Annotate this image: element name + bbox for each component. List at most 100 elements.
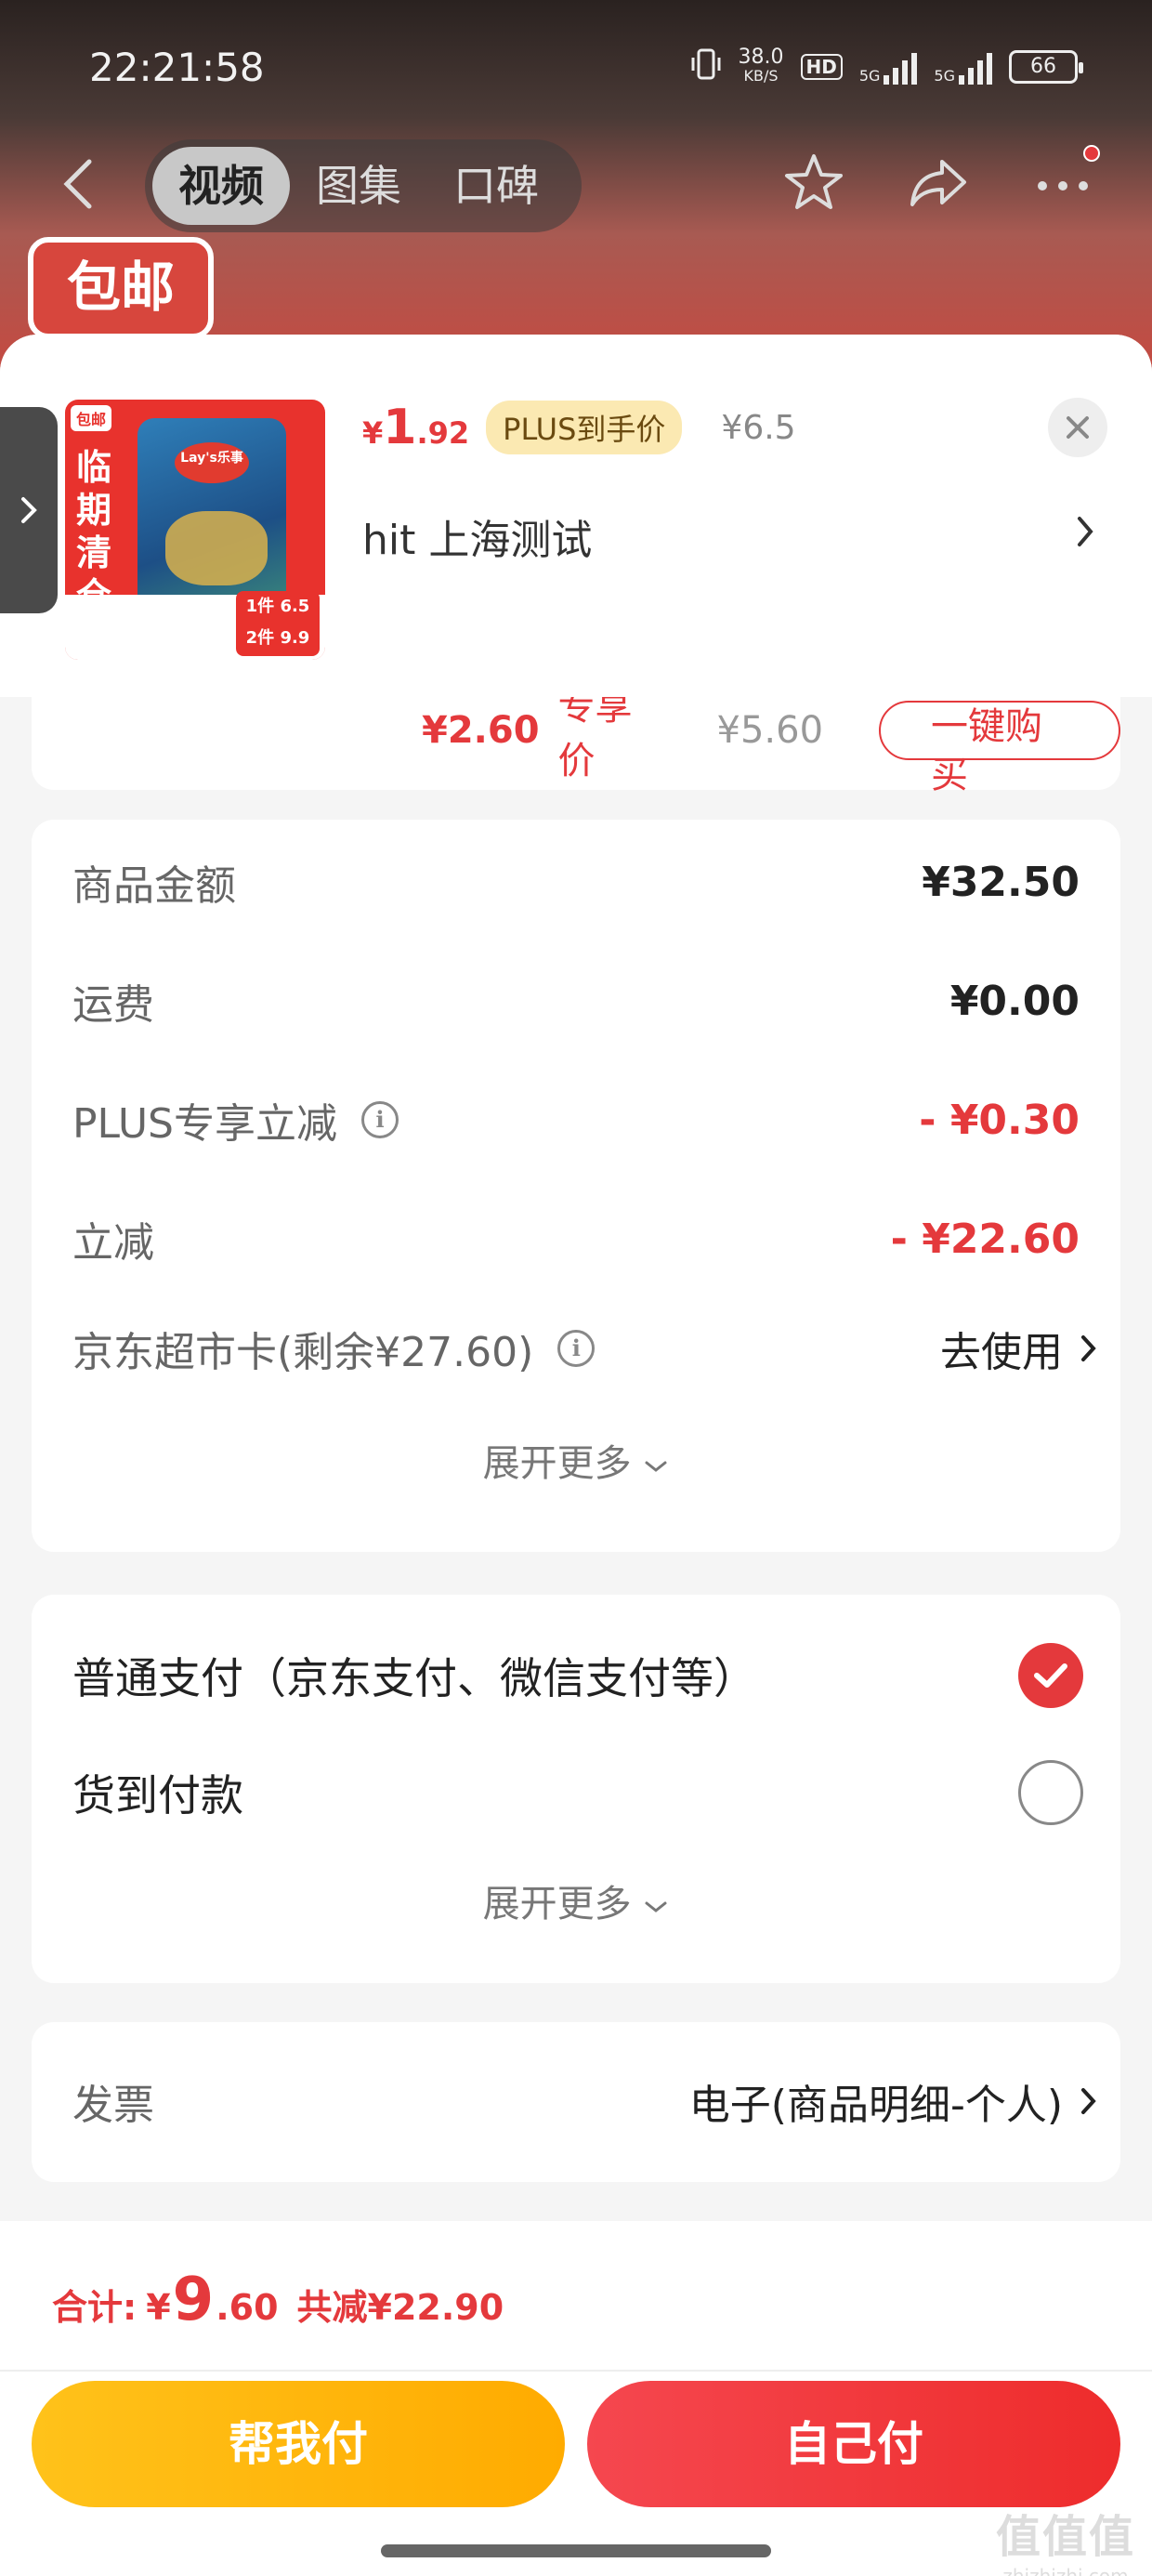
expand-more-summary[interactable]: 展开更多 <box>32 1433 1120 1487</box>
thumbnail-brand: Lay's乐事 <box>180 451 243 466</box>
plus-discount-label: PLUS专享立减 <box>72 1100 337 1148</box>
net-speed-value: 38.0 <box>738 46 784 69</box>
share-icon[interactable] <box>905 149 972 219</box>
supermarket-card-label: 京东超市卡(剩余¥27.60) <box>72 1329 534 1376</box>
more-icon[interactable] <box>1029 145 1100 219</box>
use-card-link[interactable]: 去使用 <box>940 1319 1098 1378</box>
back-icon[interactable] <box>58 156 98 212</box>
self-pay-button[interactable]: 自己付 <box>587 2381 1120 2507</box>
close-icon <box>1067 416 1089 439</box>
info-icon[interactable]: i <box>557 1330 596 1367</box>
supermarket-card-label-wrap: 京东超市卡(剩余¥27.60) i <box>72 1319 596 1378</box>
supermarket-card-row[interactable]: 京东超市卡(剩余¥27.60) i 去使用 <box>72 1316 1098 1381</box>
net-type-1: 5G <box>858 67 881 85</box>
shipping-label: 运费 <box>72 981 154 1029</box>
thumbnail-deal-2: 2件 9.9 <box>245 628 310 648</box>
product-thumbnail[interactable]: 包邮 临期清仓 Lay's乐事 2024年11月15日到期 1件 6.5 2件 … <box>65 400 325 660</box>
total-label: 合计: <box>52 2287 137 2328</box>
price-integer: 1 <box>383 400 417 455</box>
total-currency: ¥ <box>146 2287 171 2328</box>
hd-icon: HD <box>800 54 843 80</box>
summary-row-goods: 商品金额 ¥32.50 <box>72 849 1080 914</box>
media-tabs: 视频 图集 口碑 <box>145 139 582 232</box>
expand-more-label: 展开更多 <box>482 1883 632 1925</box>
one-click-buy-button[interactable]: 一键购买 <box>879 701 1120 796</box>
price-summary-card: 商品金额 ¥32.50 运费 ¥0.00 PLUS专享立减 i - ¥0.30 … <box>32 820 1120 1552</box>
watermark-logo: 值值值 <box>995 2511 1135 2563</box>
plus-discount-value: - ¥0.30 <box>919 1096 1080 1144</box>
offer-price: ¥2.60 <box>422 709 540 752</box>
home-indicator[interactable] <box>381 2544 771 2557</box>
invoice-card[interactable]: 发票 电子(商品明细-个人) <box>32 2022 1120 2182</box>
side-expand-tab[interactable] <box>0 407 58 613</box>
discount-label: 立减 <box>72 1219 154 1267</box>
check-selected-icon[interactable] <box>1018 1643 1083 1708</box>
net-type-2: 5G <box>934 67 955 85</box>
plus-discount-label-wrap: PLUS专享立减 i <box>72 1090 399 1150</box>
net-speed-unit: KB/S <box>743 67 779 85</box>
chevron-right-icon <box>21 497 37 523</box>
total-integer: 9 <box>172 2266 215 2334</box>
summary-row-discount: 立减 - ¥22.60 <box>72 1206 1080 1271</box>
offer-original-price: ¥5.60 <box>716 709 824 752</box>
status-icons: 38.0 KB/S HD 5G 5G 66 <box>690 46 1083 87</box>
price-decimal: .92 <box>416 415 470 451</box>
thumbnail-deal-1: 1件 6.5 <box>245 597 310 616</box>
price-currency: ¥ <box>362 415 384 451</box>
order-total: 合计: ¥9.60 共减¥22.90 <box>52 2266 504 2334</box>
nav-actions <box>780 145 1100 219</box>
help-pay-button[interactable]: 帮我付 <box>32 2381 565 2507</box>
thumbnail-logo: 包邮 <box>71 405 112 431</box>
shop-row[interactable]: hit 上海测试 <box>362 506 1096 566</box>
check-unselected-icon[interactable] <box>1018 1760 1083 1825</box>
notification-dot <box>1083 145 1100 162</box>
total-decimal: .60 <box>216 2287 279 2328</box>
expand-more-payment[interactable]: 展开更多 <box>32 1873 1120 1927</box>
tab-video[interactable]: 视频 <box>152 147 290 225</box>
tab-reviews[interactable]: 口碑 <box>427 147 565 225</box>
thumbnail-side-text: 临期清仓 <box>75 447 111 616</box>
divider <box>0 2370 1152 2372</box>
payment-option-cod[interactable]: 货到付款 <box>72 1760 1083 1825</box>
info-icon[interactable]: i <box>361 1101 399 1138</box>
chevron-down-icon <box>645 1461 667 1472</box>
bottom-action-bar: 合计: ¥9.60 共减¥22.90 帮我付 自己付 值值值 zhizhizhi… <box>0 2221 1152 2576</box>
summary-row-shipping: 运费 ¥0.00 <box>72 968 1080 1033</box>
status-bar: 22:21:58 38.0 KB/S HD 5G 5G 66 <box>0 0 1152 139</box>
chevron-right-icon <box>1074 513 1096 560</box>
tab-gallery[interactable]: 图集 <box>290 147 427 225</box>
original-price: ¥6.5 <box>721 408 796 447</box>
goods-amount-label: 商品金额 <box>72 862 236 910</box>
chevron-right-icon <box>1081 1335 1096 1361</box>
vibrate-icon <box>690 46 722 87</box>
chevron-down-icon <box>645 1901 667 1912</box>
watermark: 值值值 zhizhizhi.com <box>996 2500 1135 2576</box>
discount-value: - ¥22.60 <box>890 1215 1080 1263</box>
signal-5g-icon: 5G <box>859 49 918 85</box>
invoice-label: 发票 <box>72 2082 154 2129</box>
signal-5g-icon-2: 5G <box>934 49 992 85</box>
payment-option-normal[interactable]: 普通支付（京东支付、微信支付等） <box>72 1643 1083 1708</box>
chevron-right-icon <box>1081 2088 1096 2114</box>
shop-name: hit 上海测试 <box>362 517 593 564</box>
invoice-value: 电子(商品明细-个人) <box>688 2082 1063 2129</box>
payment-option-cod-label: 货到付款 <box>72 1770 243 1820</box>
battery-icon: 66 <box>1009 50 1083 84</box>
payment-option-normal-label: 普通支付（京东支付、微信支付等） <box>72 1653 756 1703</box>
thumbnail-price-badge: 1件 6.5 2件 9.9 <box>236 591 320 656</box>
thumbnail-date: 2024年11月15日到期 <box>72 609 186 622</box>
product-header: 包邮 临期清仓 Lay's乐事 2024年11月15日到期 1件 6.5 2件 … <box>0 335 1152 697</box>
total-saved: 共减¥22.90 <box>296 2287 504 2328</box>
summary-row-plus: PLUS专享立减 i - ¥0.30 <box>72 1087 1080 1152</box>
plus-price-tag: PLUS到手价 <box>486 401 683 454</box>
shipping-value: ¥0.00 <box>949 977 1080 1025</box>
invoice-row[interactable]: 发票 电子(商品明细-个人) <box>72 2069 1098 2134</box>
price-row: ¥1.92 PLUS到手价 ¥6.5 <box>362 400 796 455</box>
plus-price: ¥1.92 <box>362 400 469 455</box>
close-button[interactable] <box>1048 398 1107 457</box>
expand-more-label: 展开更多 <box>482 1442 632 1485</box>
invoice-value-wrap: 电子(商品明细-个人) <box>689 2071 1098 2131</box>
star-icon[interactable] <box>780 149 847 219</box>
free-shipping-badge: 包邮 <box>28 237 214 339</box>
payment-card: 普通支付（京东支付、微信支付等） 货到付款 展开更多 <box>32 1595 1120 1983</box>
